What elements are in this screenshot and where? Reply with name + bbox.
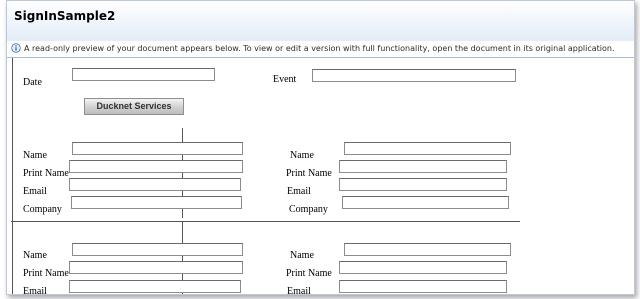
print-name-label: Print Name: [23, 168, 69, 179]
page-left-border: [12, 58, 13, 294]
title-bar: SignInSample2: [7, 1, 634, 41]
info-icon: [11, 43, 21, 53]
email-label: Email: [23, 286, 47, 295]
event-field[interactable]: [312, 69, 516, 82]
print-name-label: Print Name: [286, 268, 332, 279]
read-only-info-bar: A read-only preview of your document app…: [7, 41, 634, 58]
company-field[interactable]: [342, 196, 509, 209]
name-label: Name: [23, 150, 47, 161]
print-name-label: Print Name: [23, 268, 69, 279]
document-preview: Date Event Ducknet Services Name Print N…: [7, 58, 634, 294]
event-label: Event: [273, 74, 297, 85]
company-label: Company: [23, 204, 62, 215]
print-name-label: Print Name: [286, 168, 332, 179]
section-divider: [11, 221, 520, 222]
info-text: A read-only preview of your document app…: [24, 44, 615, 53]
print-name-field[interactable]: [69, 261, 243, 274]
email-field[interactable]: [69, 280, 241, 293]
ducknet-services-button[interactable]: Ducknet Services: [84, 98, 184, 115]
date-field[interactable]: [72, 68, 215, 81]
company-label: Company: [289, 204, 328, 215]
email-field[interactable]: [69, 178, 241, 191]
name-field[interactable]: [344, 243, 511, 256]
name-field[interactable]: [72, 243, 243, 256]
email-label: Email: [287, 186, 311, 197]
email-label: Email: [23, 186, 47, 197]
print-name-field[interactable]: [339, 261, 507, 274]
date-label: Date: [23, 77, 42, 88]
preview-window: SignInSample2 A read-only preview of you…: [6, 0, 635, 295]
name-field[interactable]: [344, 142, 511, 155]
name-field[interactable]: [72, 142, 243, 155]
email-field[interactable]: [339, 280, 507, 293]
name-label: Name: [290, 150, 314, 161]
email-label: Email: [287, 286, 311, 295]
print-name-field[interactable]: [339, 160, 507, 173]
name-label: Name: [23, 250, 47, 261]
company-field[interactable]: [71, 196, 242, 209]
email-field[interactable]: [339, 178, 507, 191]
print-name-field[interactable]: [69, 160, 243, 173]
name-label: Name: [290, 250, 314, 261]
window-title: SignInSample2: [14, 9, 116, 23]
